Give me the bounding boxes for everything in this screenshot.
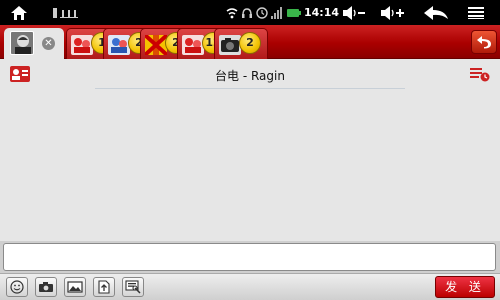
usb-icon (50, 0, 82, 25)
group-red-icon (182, 35, 204, 55)
send-button[interactable]: 发 送 (435, 276, 495, 298)
screenshot-button[interactable] (122, 277, 144, 297)
chat-header: 台电 - Ragin (0, 59, 500, 91)
wifi-icon (225, 0, 239, 25)
camera-icon (39, 282, 53, 292)
group-camera-icon (219, 35, 241, 55)
title-divider (95, 88, 405, 89)
tab-active-chat[interactable]: ✕ (4, 28, 64, 59)
group-red-icon (71, 35, 93, 55)
back-icon[interactable] (422, 0, 450, 25)
avatar (10, 31, 34, 55)
group-scotland-icon (143, 33, 169, 57)
upload-file-button[interactable] (93, 277, 115, 297)
camera-button[interactable] (35, 277, 57, 297)
battery-icon (286, 0, 302, 25)
menu-icon[interactable] (466, 0, 486, 25)
chat-history-icon[interactable] (470, 66, 490, 82)
headset-icon (240, 0, 254, 25)
close-tab-icon[interactable]: ✕ (42, 37, 55, 50)
message-list[interactable] (0, 91, 500, 241)
volume-down-icon[interactable] (340, 0, 368, 25)
image-button[interactable] (64, 277, 86, 297)
upload-file-icon (98, 280, 110, 294)
signal-icon (270, 0, 284, 25)
alarm-icon (255, 0, 269, 25)
message-input[interactable] (3, 243, 496, 271)
chat-title: 台电 - Ragin (215, 69, 285, 83)
clock-time: 14:14 (304, 6, 340, 19)
undo-arrow-icon (477, 36, 491, 49)
emoji-button[interactable] (6, 277, 28, 297)
composer (0, 241, 500, 273)
image-icon (67, 281, 83, 293)
conversation-tab-bar: ✕ 1 2 2 12 2 (0, 25, 500, 59)
back-button[interactable] (471, 30, 497, 54)
home-icon[interactable] (6, 0, 32, 25)
composer-toolbar: 发 送 (0, 273, 500, 300)
volume-up-icon[interactable] (378, 0, 408, 25)
tab-group-5[interactable]: 2 (214, 28, 268, 59)
screenshot-icon (125, 280, 141, 294)
system-status-bar: 14:14 (0, 0, 500, 25)
unread-badge: 2 (239, 32, 261, 54)
emoji-icon (10, 280, 24, 294)
group-blue-icon (108, 35, 130, 55)
